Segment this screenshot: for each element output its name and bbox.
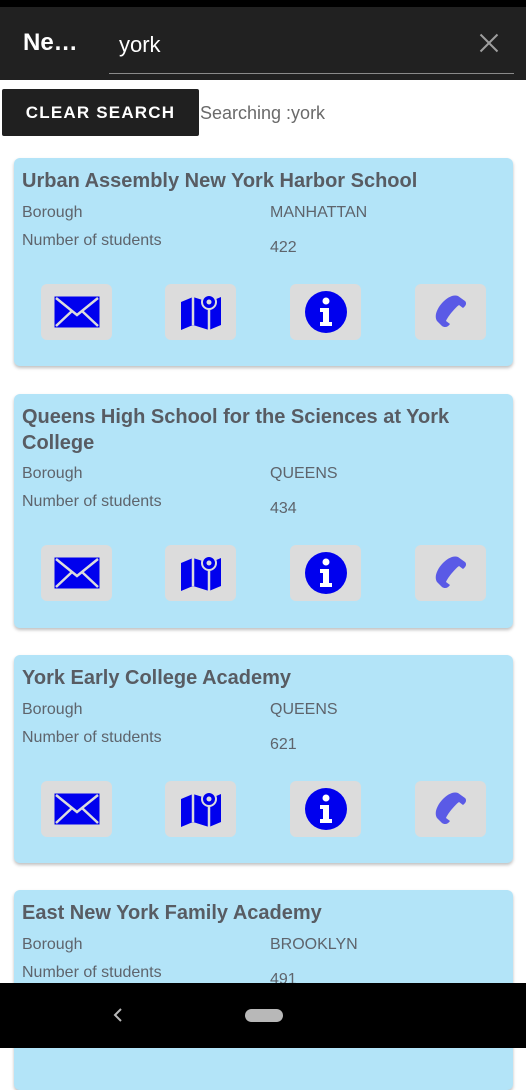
borough-label: Borough [22, 465, 83, 482]
search-input[interactable]: york [109, 15, 514, 74]
phone-icon [435, 295, 466, 328]
info-button[interactable] [290, 545, 361, 601]
close-icon[interactable] [476, 30, 502, 56]
map-icon [180, 294, 221, 330]
students-label: Number of students [22, 493, 162, 510]
borough-label: Borough [22, 204, 83, 221]
school-card[interactable]: Queens High School for the Sciences at Y… [14, 394, 513, 628]
school-card[interactable]: York Early College Academy Borough QUEEN… [14, 655, 513, 863]
email-icon [54, 557, 99, 589]
map-icon [180, 555, 221, 591]
navigation-bar [0, 983, 526, 1048]
phone-button[interactable] [415, 545, 486, 601]
school-name: Queens High School for the Sciences at Y… [22, 406, 450, 454]
info-icon [304, 552, 347, 594]
school-card[interactable]: Urban Assembly New York Harbor School Bo… [14, 158, 513, 366]
info-button[interactable] [290, 781, 361, 837]
students-value: 434 [270, 500, 297, 517]
phone-button[interactable] [415, 781, 486, 837]
map-button[interactable] [165, 545, 236, 601]
email-button[interactable] [41, 284, 112, 340]
students-label: Number of students [22, 729, 162, 746]
map-button[interactable] [165, 284, 236, 340]
email-icon [54, 793, 99, 825]
app-bar: Ne… york [0, 7, 526, 80]
borough-value: MANHATTAN [270, 204, 368, 221]
map-icon [180, 791, 221, 827]
students-label: Number of students [22, 964, 162, 981]
students-value: 422 [270, 239, 297, 256]
borough-label: Borough [22, 936, 83, 953]
search-status-text: Searching :york [200, 103, 326, 123]
phone-icon [435, 792, 466, 825]
back-icon[interactable] [108, 1005, 128, 1025]
school-name: Urban Assembly New York Harbor School [22, 170, 418, 192]
info-button[interactable] [290, 284, 361, 340]
students-label: Number of students [22, 232, 162, 249]
borough-label: Borough [22, 701, 83, 718]
map-button[interactable] [165, 781, 236, 837]
info-icon [304, 788, 347, 830]
borough-value: QUEENS [270, 701, 338, 718]
email-button[interactable] [41, 545, 112, 601]
school-name: East New York Family Academy [22, 902, 322, 924]
app-title: Ne… [23, 29, 78, 56]
email-button[interactable] [41, 781, 112, 837]
search-input-value[interactable]: york [119, 32, 161, 58]
borough-value: BROOKLYN [270, 936, 358, 953]
info-icon [304, 291, 347, 333]
email-icon [54, 296, 99, 328]
school-name: York Early College Academy [22, 667, 292, 689]
status-bar [0, 0, 526, 7]
borough-value: QUEENS [270, 465, 338, 482]
home-button[interactable] [245, 1009, 283, 1022]
phone-button[interactable] [415, 284, 486, 340]
clear-search-button[interactable]: CLEAR SEARCH [2, 89, 199, 136]
phone-icon [435, 556, 466, 589]
students-value: 621 [270, 736, 297, 753]
